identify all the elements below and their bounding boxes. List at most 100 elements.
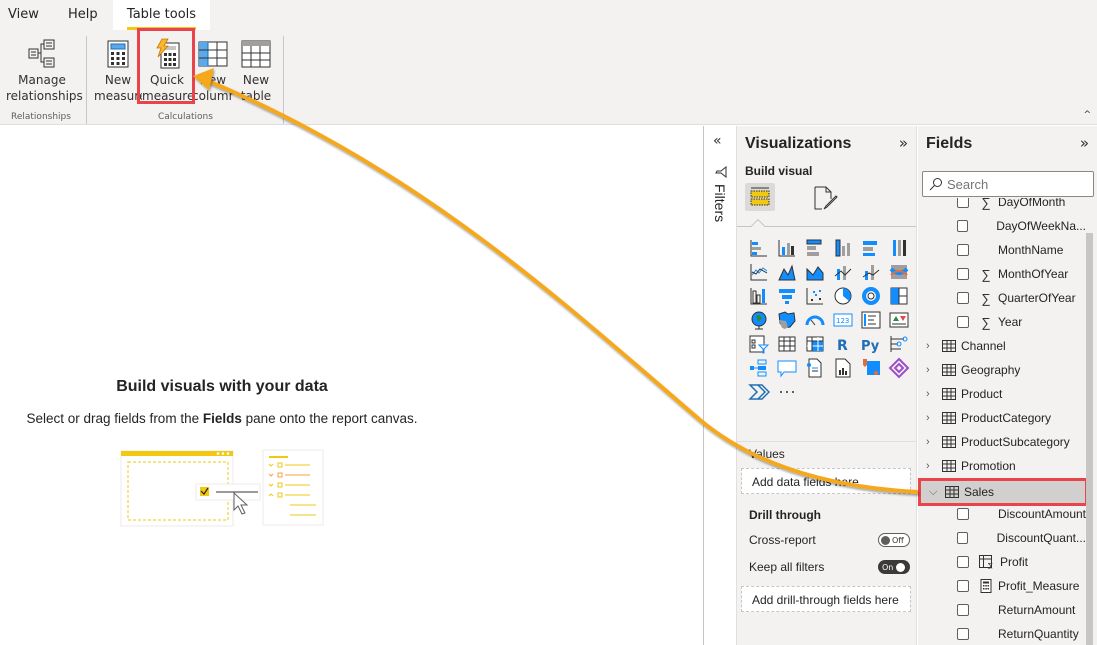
visual-line-and-stacked-column-chart-button[interactable] [829, 260, 857, 284]
field-item[interactable]: Profit_Measure [918, 574, 1086, 598]
fields-table-productcategory[interactable]: › ProductCategory [918, 406, 1086, 430]
visual-area-chart-button[interactable] [773, 260, 801, 284]
new-column-button[interactable]: New column [192, 36, 234, 104]
field-item[interactable]: ∑ MonthOfYear [918, 262, 1086, 286]
visual-more-visuals-button[interactable] [773, 380, 801, 404]
drill-through-dropzone[interactable]: Add drill-through fields here [741, 586, 911, 612]
field-checkbox[interactable] [957, 604, 969, 616]
chevron-right-icon[interactable]: › [926, 364, 942, 376]
keep-all-filters-toggle[interactable]: On [878, 560, 910, 574]
field-checkbox[interactable] [957, 198, 969, 208]
visual-clustered-column-chart-button[interactable] [829, 236, 857, 260]
field-item[interactable]: ∑ DayOfMonth [918, 198, 1086, 214]
visual-decomposition-tree-button[interactable] [745, 356, 773, 380]
filters-pane-collapsed[interactable]: « Filters [703, 126, 737, 645]
visual-matrix-button[interactable] [801, 332, 829, 356]
sigma-icon: ∑ [981, 266, 991, 282]
visual-pie-chart-button[interactable] [829, 284, 857, 308]
field-item[interactable]: ∑ Year [918, 310, 1086, 334]
field-item[interactable]: DiscountAmount [918, 502, 1086, 526]
field-item[interactable]: DiscountQuant... [918, 526, 1086, 550]
values-dropzone[interactable]: Add data fields here [741, 468, 911, 494]
visual-ribbon-chart-button[interactable] [885, 260, 913, 284]
field-item[interactable]: ReturnQuantity [918, 622, 1086, 645]
collapse-fields-icon[interactable]: » [1080, 134, 1089, 152]
visual-donut-chart-button[interactable] [857, 284, 885, 308]
build-visual-tab[interactable] [745, 183, 775, 211]
table-icon [942, 412, 956, 424]
field-checkbox[interactable] [957, 292, 969, 304]
visual-100-stacked-bar-chart-button[interactable] [857, 236, 885, 260]
visual-100-stacked-column-chart-button[interactable] [885, 236, 913, 260]
field-checkbox[interactable] [957, 580, 969, 592]
visual-scatter-chart-button[interactable] [801, 284, 829, 308]
chevron-right-icon[interactable]: › [926, 388, 942, 400]
tab-table-tools[interactable]: Table tools [113, 0, 210, 30]
visual-card-button[interactable]: 123 [829, 308, 857, 332]
fields-table-channel[interactable]: › Channel [918, 334, 1086, 358]
expand-filters-icon[interactable]: « [713, 133, 722, 149]
visual-clustered-bar-chart-button[interactable] [801, 236, 829, 260]
manage-relationships-button[interactable]: Manage relationships [6, 36, 83, 104]
chevron-right-icon[interactable]: › [926, 412, 942, 424]
collapse-visualizations-icon[interactable]: » [899, 134, 908, 152]
new-table-button[interactable]: New table [236, 36, 276, 104]
new-measure-button[interactable]: New measure [94, 36, 142, 104]
visual-power-automate-button[interactable] [745, 380, 773, 404]
chevron-down-icon[interactable]: ⌵ [929, 486, 945, 499]
report-canvas[interactable]: Build visuals with your data Select or d… [0, 126, 703, 645]
fields-search-input[interactable] [947, 176, 1077, 192]
fields-search[interactable] [922, 171, 1094, 197]
visual-map-button[interactable] [745, 308, 773, 332]
chevron-right-icon[interactable]: › [926, 436, 942, 448]
field-checkbox[interactable] [957, 556, 969, 568]
visual-stacked-bar-chart-button[interactable] [745, 236, 773, 260]
field-checkbox[interactable] [957, 628, 969, 640]
field-checkbox[interactable] [957, 532, 969, 544]
field-checkbox[interactable] [957, 316, 969, 328]
visual-multi-row-card-button[interactable] [857, 308, 885, 332]
visual-filled-map-button[interactable] [773, 308, 801, 332]
fields-scrollbar[interactable] [1086, 233, 1093, 645]
field-checkbox[interactable] [957, 244, 969, 256]
visual-slicer-button[interactable] [745, 332, 773, 356]
cross-report-toggle[interactable]: Off [878, 533, 910, 547]
visual-qa-button[interactable] [773, 356, 801, 380]
visual-power-apps-button[interactable] [885, 356, 913, 380]
visual-stacked-area-chart-button[interactable] [801, 260, 829, 284]
visual-table-button[interactable] [773, 332, 801, 356]
field-item[interactable]: ∑ QuarterOfYear [918, 286, 1086, 310]
tab-view[interactable]: View [8, 7, 39, 22]
visual-line-and-clustered-column-chart-button[interactable] [857, 260, 885, 284]
fields-table-productsubcategory[interactable]: › ProductSubcategory [918, 430, 1086, 454]
visual-key-influencers-button[interactable] [885, 332, 913, 356]
tab-help[interactable]: Help [68, 7, 98, 22]
visual-treemap-button[interactable] [885, 284, 913, 308]
visual-waterfall-chart-button[interactable] [745, 284, 773, 308]
field-item[interactable]: ∑ Profit [918, 550, 1086, 574]
field-checkbox[interactable] [957, 268, 969, 280]
visual-stacked-column-chart-button[interactable] [773, 236, 801, 260]
field-checkbox[interactable] [957, 220, 969, 232]
visual-kpi-button[interactable] [885, 308, 913, 332]
visual-python-visual-button[interactable]: Py [857, 332, 885, 356]
chevron-right-icon[interactable]: › [926, 340, 942, 352]
visual-smart-narrative-button[interactable] [801, 356, 829, 380]
field-item[interactable]: MonthName [918, 238, 1086, 262]
fields-table-geography[interactable]: › Geography [918, 358, 1086, 382]
fields-table-product[interactable]: › Product [918, 382, 1086, 406]
field-item[interactable]: DayOfWeekNa... [918, 214, 1086, 238]
visual-arcgis-map-button[interactable] [857, 356, 885, 380]
visual-line-chart-button[interactable] [745, 260, 773, 284]
visual-r-script-visual-button[interactable]: R [829, 332, 857, 356]
visual-gauge-button[interactable] [801, 308, 829, 332]
calculated-column-icon: ∑ [979, 555, 993, 569]
visual-paginated-report-button[interactable] [829, 356, 857, 380]
fields-table-promotion[interactable]: › Promotion [918, 454, 1086, 478]
collapse-ribbon-button[interactable]: ^ [1083, 110, 1091, 120]
format-visual-tab[interactable] [812, 185, 838, 215]
chevron-right-icon[interactable]: › [926, 460, 942, 472]
visual-funnel-chart-button[interactable] [773, 284, 801, 308]
field-checkbox[interactable] [957, 508, 969, 520]
field-item[interactable]: ReturnAmount [918, 598, 1086, 622]
